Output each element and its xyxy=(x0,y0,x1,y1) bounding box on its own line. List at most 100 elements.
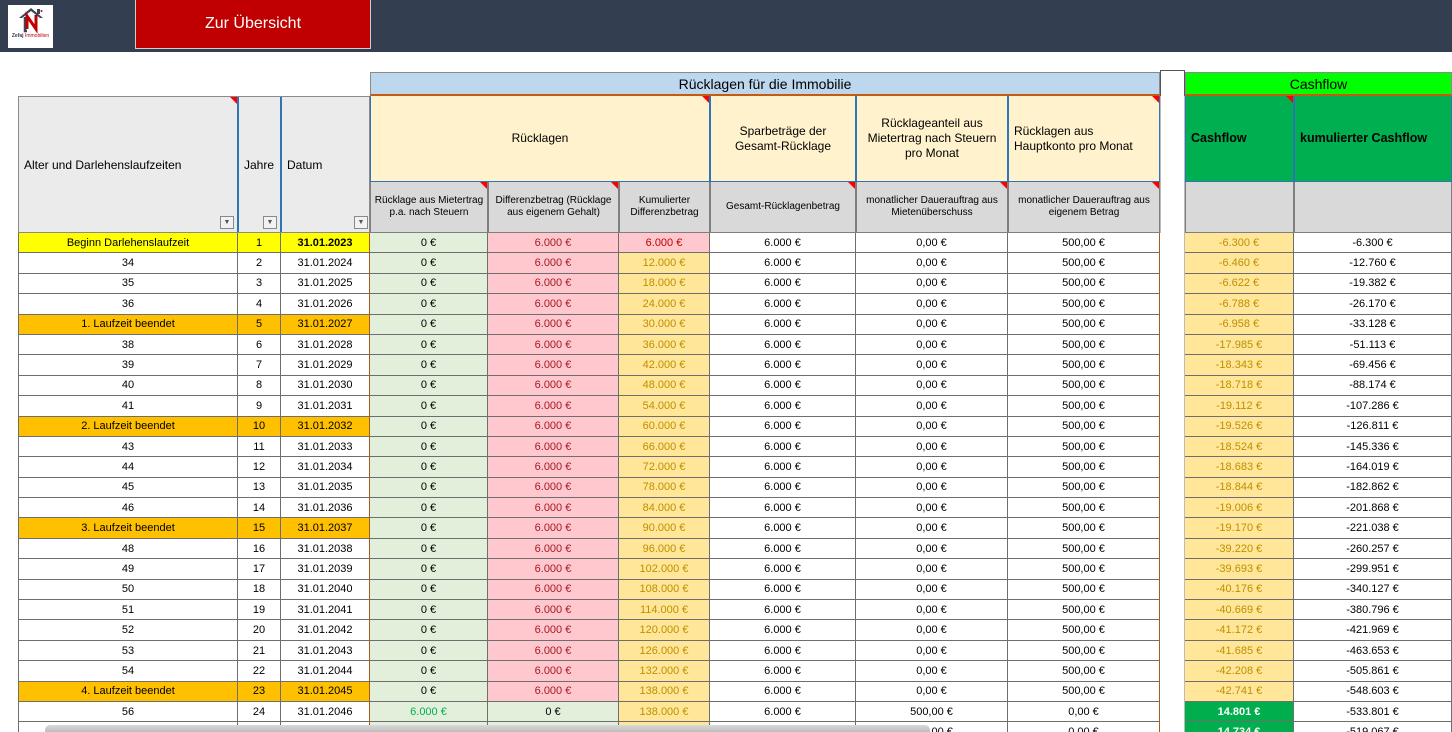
subheader-gesamt-ruecklagenbetrag[interactable]: Gesamt-Rücklagenbetrag xyxy=(710,182,856,233)
cell-gesamt-ruecklagenbetrag[interactable]: 6.000 € xyxy=(710,253,856,273)
cell-alter[interactable]: 52 xyxy=(18,620,238,640)
cell-ruecklage-mietertrag[interactable]: 0 € xyxy=(370,396,488,416)
cell-differenzbetrag[interactable]: 6.000 € xyxy=(488,457,619,477)
cell-jahr[interactable]: 1 xyxy=(238,233,281,253)
cell-ruecklage-mietertrag[interactable]: 0 € xyxy=(370,457,488,477)
subheader-kumulierter-differenzbetrag[interactable]: Kumulierter Differenzbetrag xyxy=(619,182,710,233)
cell-dauerauftrag-mietenueberschuss[interactable]: 0,00 € xyxy=(856,335,1008,355)
cell-jahr[interactable]: 20 xyxy=(238,620,281,640)
cell-datum[interactable]: 31.01.2034 xyxy=(281,457,370,477)
cell-gesamt-ruecklagenbetrag[interactable]: 6.000 € xyxy=(710,355,856,375)
overview-button[interactable]: Zur Übersicht xyxy=(135,0,371,49)
cell-datum[interactable]: 31.01.2023 xyxy=(281,233,370,253)
cell-alter[interactable]: 44 xyxy=(18,457,238,477)
subheader-dauerauftrag-mietenueberschuss[interactable]: monatlicher Dauerauftrag aus Mietenübers… xyxy=(856,182,1008,233)
cell-differenzbetrag[interactable]: 6.000 € xyxy=(488,498,619,518)
cell-differenzbetrag[interactable]: 6.000 € xyxy=(488,682,619,702)
cell-dauerauftrag-eigener-betrag[interactable]: 500,00 € xyxy=(1008,396,1160,416)
cell-alter[interactable]: 3. Laufzeit beendet xyxy=(18,518,238,538)
cell-jahr[interactable]: 15 xyxy=(238,518,281,538)
cell-datum[interactable]: 31.01.2042 xyxy=(281,620,370,640)
cell-differenzbetrag[interactable]: 6.000 € xyxy=(488,539,619,559)
cell-kumulierter-differenzbetrag[interactable]: 78.000 € xyxy=(619,478,710,498)
cell-kumulierter-cashflow[interactable]: -548.603 € xyxy=(1294,682,1452,702)
filter-dropdown-button[interactable]: ▼ xyxy=(354,216,368,229)
cell-kumulierter-cashflow[interactable]: -182.862 € xyxy=(1294,478,1452,498)
banner-ruecklagen[interactable]: Rücklagen für die Immobilie xyxy=(370,72,1160,96)
cell-gesamt-ruecklagenbetrag[interactable]: 6.000 € xyxy=(710,274,856,294)
cell-cashflow[interactable]: -19.170 € xyxy=(1185,518,1294,538)
cell-differenzbetrag[interactable]: 6.000 € xyxy=(488,600,619,620)
cell-cashflow[interactable]: -39.220 € xyxy=(1185,539,1294,559)
cell-jahr[interactable]: 22 xyxy=(238,661,281,681)
cell-dauerauftrag-mietenueberschuss[interactable]: 0,00 € xyxy=(856,559,1008,579)
cell-kumulierter-cashflow[interactable]: -505.861 € xyxy=(1294,661,1452,681)
cell-gesamt-ruecklagenbetrag[interactable]: 6.000 € xyxy=(710,498,856,518)
cell-alter[interactable]: 41 xyxy=(18,396,238,416)
cell-cashflow[interactable]: -42.741 € xyxy=(1185,682,1294,702)
cell-jahr[interactable]: 9 xyxy=(238,396,281,416)
cell-dauerauftrag-mietenueberschuss[interactable]: 0,00 € xyxy=(856,539,1008,559)
cell-datum[interactable]: 31.01.2030 xyxy=(281,376,370,396)
cell-gesamt-ruecklagenbetrag[interactable]: 6.000 € xyxy=(710,437,856,457)
cell-gesamt-ruecklagenbetrag[interactable]: 6.000 € xyxy=(710,315,856,335)
cell-jahr[interactable]: 17 xyxy=(238,559,281,579)
cell-gesamt-ruecklagenbetrag[interactable]: 6.000 € xyxy=(710,641,856,661)
cell-gesamt-ruecklagenbetrag[interactable]: 6.000 € xyxy=(710,478,856,498)
group-header-hauptkonto[interactable]: Rücklagen aus Hauptkonto pro Monat xyxy=(1008,96,1160,182)
cell-kumulierter-differenzbetrag[interactable]: 72.000 € xyxy=(619,457,710,477)
cell-ruecklage-mietertrag[interactable]: 0 € xyxy=(370,274,488,294)
cell-kumulierter-differenzbetrag[interactable]: 48.000 € xyxy=(619,376,710,396)
cell-kumulierter-cashflow[interactable]: -19.382 € xyxy=(1294,274,1452,294)
cell-ruecklage-mietertrag[interactable]: 6.000 € xyxy=(370,702,488,722)
cell-kumulierter-differenzbetrag[interactable]: 120.000 € xyxy=(619,620,710,640)
group-header-kum-cashflow[interactable]: kumulierter Cashflow xyxy=(1294,96,1452,182)
cell-kumulierter-cashflow[interactable]: -88.174 € xyxy=(1294,376,1452,396)
cell-kumulierter-differenzbetrag[interactable]: 84.000 € xyxy=(619,498,710,518)
cell-dauerauftrag-eigener-betrag[interactable]: 500,00 € xyxy=(1008,417,1160,437)
cell-gesamt-ruecklagenbetrag[interactable]: 6.000 € xyxy=(710,518,856,538)
cell-datum[interactable]: 31.01.2045 xyxy=(281,682,370,702)
cell-ruecklage-mietertrag[interactable]: 0 € xyxy=(370,580,488,600)
cell-gesamt-ruecklagenbetrag[interactable]: 6.000 € xyxy=(710,233,856,253)
cell-cashflow[interactable]: -6.622 € xyxy=(1185,274,1294,294)
cell-differenzbetrag[interactable]: 6.000 € xyxy=(488,559,619,579)
cell-gesamt-ruecklagenbetrag[interactable]: 6.000 € xyxy=(710,376,856,396)
cell-kumulierter-cashflow[interactable]: -260.257 € xyxy=(1294,539,1452,559)
cell-datum[interactable]: 31.01.2043 xyxy=(281,641,370,661)
cell-dauerauftrag-eigener-betrag[interactable]: 500,00 € xyxy=(1008,580,1160,600)
cell-alter[interactable]: 51 xyxy=(18,600,238,620)
cell-gesamt-ruecklagenbetrag[interactable]: 6.000 € xyxy=(710,661,856,681)
cell-alter[interactable]: 39 xyxy=(18,355,238,375)
cell-kumulierter-differenzbetrag[interactable]: 126.000 € xyxy=(619,641,710,661)
cell-dauerauftrag-eigener-betrag[interactable]: 500,00 € xyxy=(1008,498,1160,518)
cell-kumulierter-cashflow[interactable]: -26.170 € xyxy=(1294,294,1452,314)
cell-kumulierter-cashflow[interactable]: -6.300 € xyxy=(1294,233,1452,253)
cell-alter[interactable]: 36 xyxy=(18,294,238,314)
cell-alter[interactable]: 34 xyxy=(18,253,238,273)
cell-cashflow[interactable]: -6.788 € xyxy=(1185,294,1294,314)
cell-alter[interactable]: 46 xyxy=(18,498,238,518)
cell-dauerauftrag-mietenueberschuss[interactable]: 0,00 € xyxy=(856,315,1008,335)
cell-dauerauftrag-mietenueberschuss[interactable]: 0,00 € xyxy=(856,233,1008,253)
cell-cashflow[interactable]: -39.693 € xyxy=(1185,559,1294,579)
header-datum[interactable]: Datum ▼ xyxy=(282,97,371,232)
cell-ruecklage-mietertrag[interactable]: 0 € xyxy=(370,620,488,640)
cell-ruecklage-mietertrag[interactable]: 0 € xyxy=(370,682,488,702)
cell-kumulierter-cashflow[interactable]: -519.067 € xyxy=(1294,722,1452,732)
cell-datum[interactable]: 31.01.2044 xyxy=(281,661,370,681)
cell-kumulierter-cashflow[interactable]: -12.760 € xyxy=(1294,253,1452,273)
cell-datum[interactable]: 31.01.2029 xyxy=(281,355,370,375)
cell-dauerauftrag-eigener-betrag[interactable]: 500,00 € xyxy=(1008,518,1160,538)
cell-cashflow[interactable]: -41.172 € xyxy=(1185,620,1294,640)
cell-dauerauftrag-eigener-betrag[interactable]: 0,00 € xyxy=(1008,702,1160,722)
cell-kumulierter-differenzbetrag[interactable]: 96.000 € xyxy=(619,539,710,559)
cell-dauerauftrag-eigener-betrag[interactable]: 500,00 € xyxy=(1008,274,1160,294)
cell-datum[interactable]: 31.01.2041 xyxy=(281,600,370,620)
cell-kumulierter-cashflow[interactable]: -221.038 € xyxy=(1294,518,1452,538)
cell-cashflow[interactable]: -42.208 € xyxy=(1185,661,1294,681)
cell-dauerauftrag-eigener-betrag[interactable]: 500,00 € xyxy=(1008,335,1160,355)
cell-cashflow[interactable]: -40.669 € xyxy=(1185,600,1294,620)
cell-ruecklage-mietertrag[interactable]: 0 € xyxy=(370,355,488,375)
cell-dauerauftrag-eigener-betrag[interactable]: 500,00 € xyxy=(1008,233,1160,253)
